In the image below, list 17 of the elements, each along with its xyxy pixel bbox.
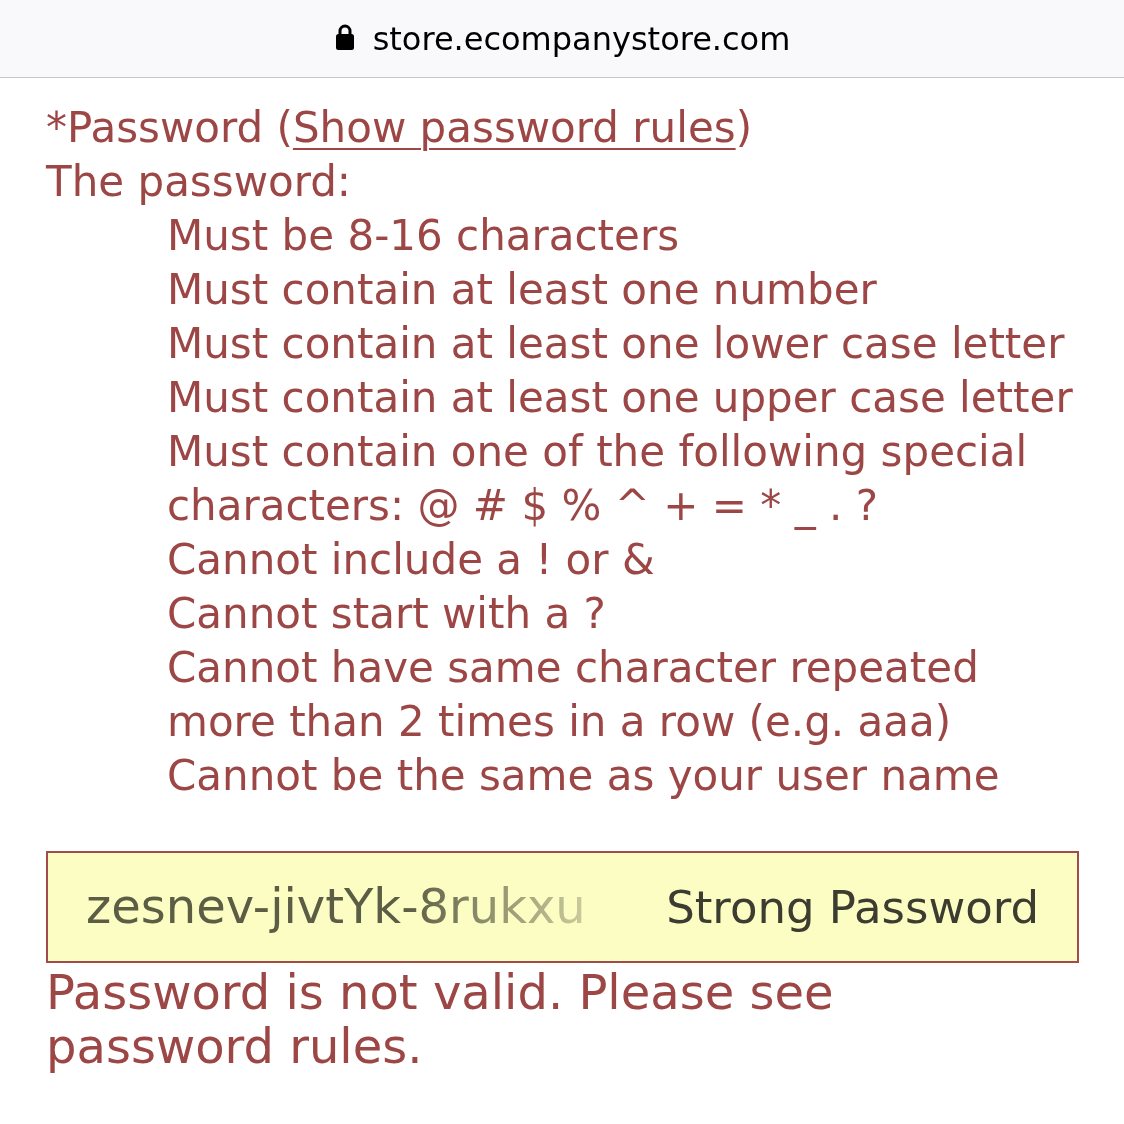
password-rule: Must contain at least one upper case letter <box>167 372 1074 424</box>
password-rule: Cannot start with a ? <box>167 588 607 640</box>
strong-password-label: Strong Password <box>666 880 1039 934</box>
password-rule: Cannot include a ! or & <box>167 534 656 586</box>
password-rule: Cannot be the same as your user name <box>167 750 1001 802</box>
password-rule: Must contain at least one number <box>167 264 878 316</box>
password-label: *Password (Show password rules) <box>46 102 753 154</box>
show-password-rules-link[interactable]: Show password rules <box>292 103 736 152</box>
lock-icon <box>335 23 354 50</box>
password-rule: Must be 8-16 characters <box>167 210 681 262</box>
rules-intro-text: The password: <box>46 156 352 208</box>
url-text[interactable]: store.ecompanystore.com <box>372 22 791 55</box>
password-field[interactable]: zesnev-jivtYk-8rukxu Strong Password <box>46 851 1079 963</box>
password-rule: Cannot have same character repeated more than 2 times in a row (e.g. aaa) <box>167 642 980 748</box>
password-rule: Must contain at least one lower case letter <box>167 318 1066 370</box>
error-message: Password is not valid. Please see password rules. <box>46 965 835 1073</box>
password-rule: Must contain one of the following special characters: @ # $ % ^ + = * _ . ? <box>167 426 1029 532</box>
